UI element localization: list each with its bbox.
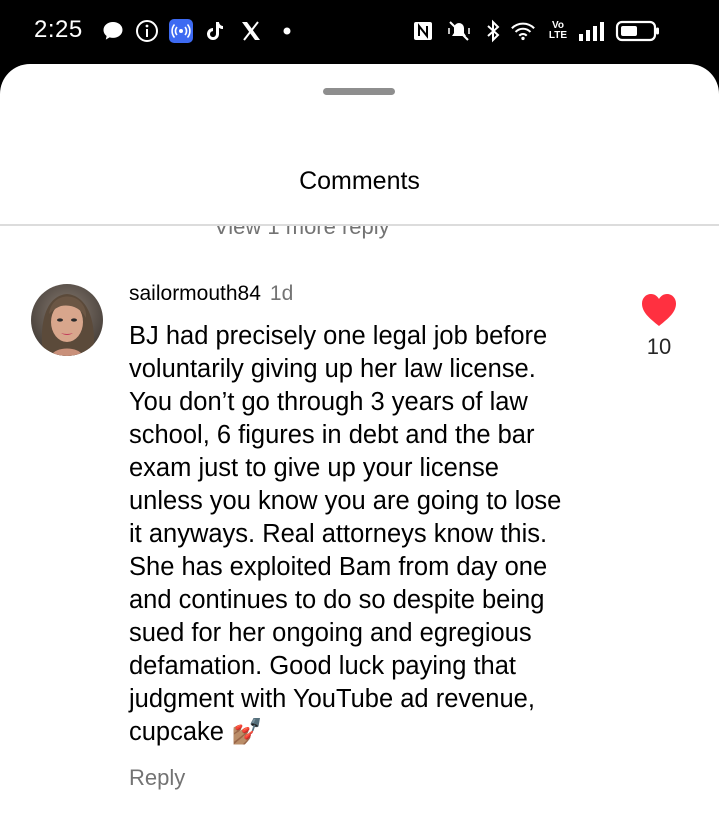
dot-icon (274, 18, 300, 44)
tiktok-icon (202, 18, 228, 44)
signal-icon (576, 18, 608, 44)
like-count: 10 (646, 334, 672, 359)
bluetooth-icon (480, 18, 506, 44)
comment-line: cupcake 💅🏽 (129, 718, 263, 746)
heart-icon (642, 294, 676, 326)
comment-text: BJ had precisely one legal job before vo… (129, 320, 619, 749)
avatar[interactable] (31, 284, 103, 356)
username[interactable]: sailormouth84 (129, 282, 261, 305)
comment-line: sued for her ongoing and egregious (129, 619, 532, 647)
comment-time: 1d (269, 282, 294, 305)
nfc-icon (410, 18, 436, 44)
wifi-icon (510, 18, 536, 44)
battery-icon (614, 18, 662, 44)
comment-line: BJ had precisely one legal job before (129, 322, 548, 350)
comment-line: and continues to do so despite being (129, 586, 545, 614)
comments-sheet: Comments View 1 more reply sailormouth84… (0, 64, 719, 828)
comment-line: defamation. Good luck paying that (129, 652, 516, 680)
comment-line: voluntarily giving up her law license. (129, 355, 536, 383)
status-bar: 2:25 Vo LTE (0, 0, 719, 64)
vibrate-off-icon (446, 18, 472, 44)
comment-line: it anyways. Real attorneys know this. (129, 520, 548, 548)
broadcast-app-icon (168, 18, 194, 44)
drag-handle[interactable] (323, 88, 395, 95)
view-more-replies-label: View 1 more reply (214, 226, 390, 239)
info-circle-icon (134, 18, 160, 44)
chat-bubble-icon (100, 18, 126, 44)
comment-line: exam just to give up your license (129, 454, 499, 482)
status-time: 2:25 (34, 16, 83, 43)
comment-line: school, 6 figures in debt and the bar (129, 421, 535, 449)
reply-button[interactable]: Reply (129, 765, 185, 791)
volte-icon: Vo LTE (548, 20, 568, 41)
like-button[interactable] (640, 292, 678, 328)
sheet-title: Comments (299, 167, 420, 195)
x-icon (238, 18, 264, 44)
comment-header: sailormouth84 1d (129, 282, 293, 306)
view-more-replies[interactable]: View 1 more reply (0, 226, 719, 240)
comment-line: unless you know you are going to lose (129, 487, 562, 515)
comment-line: She has exploited Bam from day one (129, 553, 548, 581)
comment-line: You don’t go through 3 years of law (129, 388, 528, 416)
comment-line: judgment with YouTube ad revenue, (129, 685, 535, 713)
